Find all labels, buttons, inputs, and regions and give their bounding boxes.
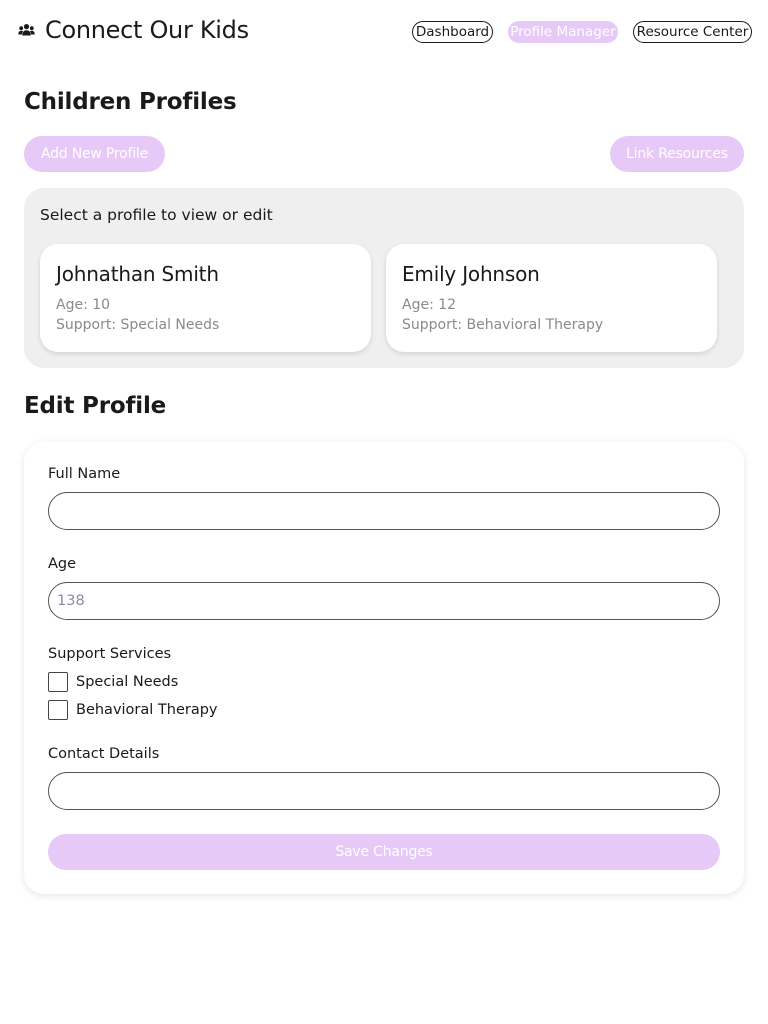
profile-card-emily-johnson[interactable]: Emily Johnson Age: 12 Support: Behaviora… (386, 244, 717, 352)
edit-profile-title: Edit Profile (24, 393, 167, 419)
app-title: Connect Our Kids (45, 16, 249, 44)
profile-age: Age: 10 (56, 297, 111, 313)
save-changes-button[interactable]: Save Changes (48, 834, 720, 870)
contact-details-label: Contact Details (48, 746, 160, 762)
age-label: Age (48, 556, 77, 572)
full-name-input[interactable] (48, 492, 720, 530)
profiles-panel: Select a profile to view or edit Johnath… (24, 188, 744, 368)
children-profiles-title: Children Profiles (24, 89, 237, 115)
profile-support: Support: Behavioral Therapy (402, 317, 604, 333)
profiles-hint: Select a profile to view or edit (40, 206, 273, 224)
behavioral-therapy-label: Behavioral Therapy (76, 702, 218, 718)
nav-profile-manager[interactable]: Profile Manager (508, 21, 618, 43)
behavioral-therapy-checkbox[interactable] (48, 700, 68, 720)
support-option-behavioral-therapy[interactable]: Behavioral Therapy (48, 700, 218, 720)
edit-profile-form: Full Name Age Support Services Special N… (24, 442, 744, 894)
nav-resource-center[interactable]: Resource Center (633, 21, 752, 43)
full-name-label: Full Name (48, 466, 121, 482)
profile-support: Support: Special Needs (56, 317, 220, 333)
profile-name: Emily Johnson (402, 262, 540, 286)
special-needs-checkbox[interactable] (48, 672, 68, 692)
profile-name: Johnathan Smith (56, 262, 219, 286)
support-services-label: Support Services (48, 646, 172, 662)
top-bar: Connect Our Kids Dashboard Profile Manag… (0, 0, 768, 64)
contact-details-input[interactable] (48, 772, 720, 810)
profile-card-johnathan-smith[interactable]: Johnathan Smith Age: 10 Support: Special… (40, 244, 371, 352)
users-icon (18, 24, 35, 36)
age-input[interactable] (48, 582, 720, 620)
support-option-special-needs[interactable]: Special Needs (48, 672, 178, 692)
special-needs-label: Special Needs (76, 674, 179, 690)
profile-age: Age: 12 (402, 297, 457, 313)
brand: Connect Our Kids (18, 16, 249, 44)
add-new-profile-button[interactable]: Add New Profile (24, 136, 165, 172)
link-resources-button[interactable]: Link Resources (610, 136, 744, 172)
nav-dashboard[interactable]: Dashboard (412, 21, 493, 43)
